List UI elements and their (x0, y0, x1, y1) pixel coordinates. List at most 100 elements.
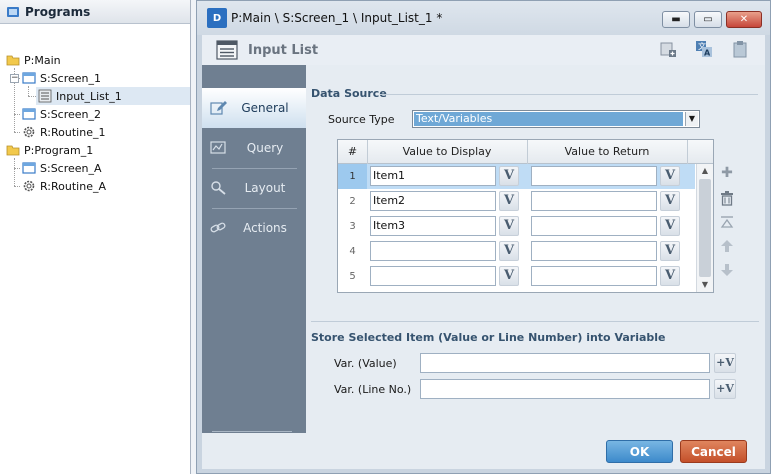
list-icon (38, 89, 52, 103)
gear-icon (23, 126, 35, 138)
tree-item-label: P:Program_1 (24, 143, 94, 157)
value-to-display-input[interactable]: Item1 (370, 166, 496, 186)
store-selected-item-label: Store Selected Item (Value or Line Numbe… (311, 331, 666, 344)
value-to-display-input[interactable] (370, 241, 496, 261)
dialog-titlebar[interactable]: D P:Main \ S:Screen_1 \ Input_List_1 * ▬… (197, 1, 770, 35)
table-row[interactable]: 2 Item2 V V (338, 189, 695, 214)
close-button[interactable]: ✕ (726, 11, 762, 28)
nav-item-label: Query (246, 141, 284, 155)
translate-icon[interactable]: 文 A (695, 40, 713, 58)
magnifier-icon (211, 181, 226, 195)
table-row[interactable]: 4 V V (338, 239, 695, 264)
dialog-title: P:Main \ S:Screen_1 \ Input_List_1 * (231, 11, 443, 25)
value-to-display-input[interactable]: Item2 (370, 191, 496, 211)
var-line-no-input[interactable] (420, 379, 710, 399)
value-to-display-input[interactable]: Item3 (370, 216, 496, 236)
chain-link-icon (210, 222, 226, 233)
programs-panel: Programs − P:Main S:Screen_1 Input_List_… (0, 0, 191, 474)
minimize-button[interactable]: ▬ (662, 11, 690, 28)
app-logo: D (207, 8, 227, 28)
screen-icon (22, 72, 36, 84)
tree-item-screen-a[interactable]: S:Screen_A (22, 159, 102, 177)
nav-item-layout[interactable]: Layout (202, 168, 306, 208)
table-row[interactable]: 3 Item3 V V (338, 214, 695, 239)
variable-picker-button[interactable]: V (660, 191, 680, 211)
nav-item-general[interactable]: General (202, 88, 306, 128)
value-to-return-input[interactable] (531, 241, 657, 261)
tree-item-label: S:Screen_2 (40, 107, 102, 121)
pencil-icon (210, 101, 227, 115)
variable-picker-button[interactable]: V (499, 241, 519, 261)
tree-item-label: P:Main (24, 53, 61, 67)
variable-picker-button[interactable]: V (499, 216, 519, 236)
value-to-display-input[interactable] (370, 266, 496, 286)
value-to-return-input[interactable] (531, 191, 657, 211)
cancel-button[interactable]: Cancel (680, 440, 747, 463)
source-type-select[interactable]: Text/Variables ▼ (412, 110, 700, 128)
variable-picker-button[interactable]: V (660, 241, 680, 261)
column-header-number: # (347, 145, 358, 158)
var-value-input[interactable] (420, 353, 710, 373)
tree-item-screen-2[interactable]: S:Screen_2 (22, 105, 101, 123)
programs-panel-header: Programs (0, 0, 190, 24)
expander-screen-1[interactable]: − (10, 74, 19, 83)
scroll-up-arrow-icon[interactable]: ▲ (697, 164, 713, 178)
move-down-icon[interactable] (719, 263, 735, 279)
maximize-button[interactable]: ▭ (694, 11, 722, 28)
source-type-label: Source Type (328, 113, 395, 126)
tree-item-screen-1[interactable]: S:Screen_1 (22, 69, 101, 87)
move-up-icon[interactable] (719, 239, 735, 255)
tree-item-routine-1[interactable]: R:Routine_1 (22, 123, 105, 141)
ok-button[interactable]: OK (606, 440, 673, 463)
screen-icon (22, 108, 36, 120)
variable-picker-button[interactable]: V (660, 216, 680, 236)
variable-picker-button[interactable]: V (499, 166, 519, 186)
row-number: 2 (349, 196, 356, 207)
delete-row-icon[interactable] (719, 191, 735, 207)
tree-item-program-1[interactable]: P:Program_1 (6, 141, 93, 159)
scrollbar-thumb[interactable] (699, 179, 711, 277)
row-number: 4 (349, 246, 356, 257)
dialog-nav: General Query Layout Actions (202, 65, 306, 433)
toolbar-title: Input List (248, 42, 319, 58)
table-scrollbar[interactable]: ▲ ▼ (696, 164, 713, 292)
dialog-footer: OK Cancel (202, 433, 765, 469)
nav-item-label: Actions (243, 221, 287, 235)
gear-icon (23, 180, 35, 192)
input-list-icon (216, 40, 238, 60)
variable-picker-button[interactable]: V (499, 266, 519, 286)
chevron-down-icon[interactable]: ▼ (685, 112, 698, 126)
folder-icon (6, 55, 20, 66)
add-row-icon[interactable]: ✚ (719, 165, 735, 181)
nav-item-query[interactable]: Query (202, 128, 306, 168)
value-to-return-input[interactable] (531, 216, 657, 236)
clipboard-icon[interactable] (731, 40, 749, 58)
column-header-value-to-return: Value to Return (564, 145, 650, 158)
add-variable-value-button[interactable]: +V (714, 353, 736, 373)
items-table-header: # Value to Display Value to Return (338, 140, 713, 164)
tree-item-label: S:Screen_1 (40, 71, 102, 85)
items-table: # Value to Display Value to Return 1 Ite… (337, 139, 714, 293)
variable-picker-button[interactable]: V (660, 266, 680, 286)
programs-panel-title: Programs (25, 4, 91, 19)
row-number: 5 (349, 271, 356, 282)
table-row[interactable]: 1 Item1 V V (338, 164, 695, 189)
add-variable-line-button[interactable]: +V (714, 379, 736, 399)
scroll-down-arrow-icon[interactable]: ▼ (697, 278, 713, 292)
value-to-return-input[interactable] (531, 166, 657, 186)
tree-item-routine-a[interactable]: R:Routine_A (22, 177, 106, 195)
nav-item-actions[interactable]: Actions (202, 208, 306, 248)
tree-item-p-main[interactable]: P:Main (6, 51, 61, 69)
add-object-icon[interactable] (659, 40, 677, 58)
tree-item-label: S:Screen_A (40, 161, 102, 175)
variable-picker-button[interactable]: V (499, 191, 519, 211)
table-row[interactable]: 5 V V (338, 264, 695, 289)
tree-item-input-list-1[interactable]: Input_List_1 (36, 87, 190, 105)
query-icon (210, 141, 226, 154)
variable-picker-button[interactable]: V (660, 166, 680, 186)
row-number: 1 (338, 164, 367, 189)
nav-item-label: General (241, 101, 289, 115)
move-to-top-icon[interactable] (719, 215, 735, 231)
tree-item-label: Input_List_1 (56, 89, 122, 103)
value-to-return-input[interactable] (531, 266, 657, 286)
